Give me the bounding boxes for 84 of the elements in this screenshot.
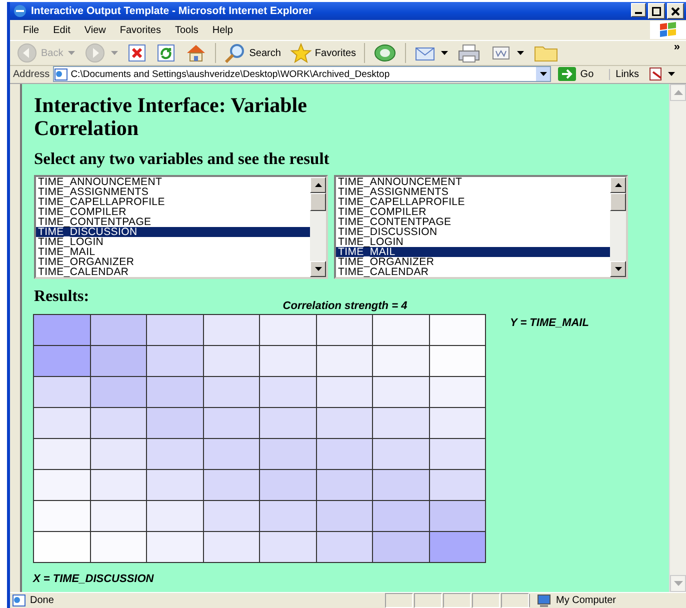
scroll-thumb[interactable]	[610, 193, 626, 211]
computer-icon	[536, 594, 552, 608]
scrollbar[interactable]	[310, 177, 326, 277]
caret-icon	[314, 267, 322, 271]
list-item[interactable]: TIME_CONTENTPAGE	[36, 217, 310, 227]
address-field[interactable]: C:\Documents and Settings\aushveridze\Desktop\WORK\Archived_Desktop	[52, 66, 552, 82]
caret-icon	[540, 72, 547, 76]
page-icon	[648, 67, 664, 81]
list-item[interactable]: TIME_DISCUSSION	[336, 227, 610, 237]
menu-item[interactable]: File	[16, 24, 46, 36]
arrow-right-icon	[84, 43, 106, 63]
list-item[interactable]: TIME_CAPELLAPROFILE	[36, 197, 310, 207]
scroll-thumb[interactable]	[310, 193, 326, 211]
address-label: Address	[13, 68, 50, 80]
zone-text: My Computer	[556, 595, 616, 606]
menu-item[interactable]: Edit	[46, 24, 78, 36]
variable-listbox[interactable]: TIME_ANNOUNCEMENT TIME_ASSIGNMENTS TIME_CAPELLAPROFILE TIME_COMPILER TIME_CONTENTPAGE TIME_DISCUSSION TIME_LOGIN TIME_MAIL TIME_ORGANIZER TIME_CALENDAR	[334, 175, 628, 279]
window-title: Interactive Output Template - Microsoft Internet Explorer	[31, 5, 314, 17]
chart-caption: Correlation strength = 4	[282, 299, 408, 313]
status-panel	[472, 593, 500, 608]
chevron-button[interactable]: »	[674, 41, 686, 53]
list-item[interactable]: TIME_ANNOUNCEMENT	[36, 177, 310, 187]
menu-item[interactable]: View	[77, 24, 113, 36]
menu-item[interactable]: Help	[205, 24, 240, 36]
arrow-left-icon	[16, 43, 38, 63]
caret-up-icon	[614, 183, 622, 187]
list-item[interactable]: TIME_ANNOUNCEMENT	[336, 177, 610, 187]
printer-icon	[457, 43, 482, 63]
caret-icon	[517, 51, 524, 55]
caret-icon	[674, 581, 682, 586]
list-item[interactable]: TIME_LOGIN	[336, 237, 610, 247]
list-item[interactable]: TIME_CALENDAR	[36, 267, 310, 277]
list-item[interactable]: TIME_ORGANIZER	[336, 257, 610, 267]
list-item[interactable]: TIME_LOGIN	[36, 237, 310, 247]
close-button[interactable]	[667, 3, 684, 19]
close-icon	[671, 6, 680, 16]
menu-item[interactable]: Tools	[168, 24, 206, 36]
caret-up-icon	[314, 183, 322, 187]
list-item[interactable]: TIME_MAIL	[36, 247, 310, 257]
status-text: Done	[30, 595, 54, 606]
list-item[interactable]: TIME_CALENDAR	[336, 267, 610, 277]
list-item[interactable]: TIME_DISCUSSION	[36, 227, 310, 237]
home-icon	[185, 43, 208, 63]
list-item[interactable]: TIME_ORGANIZER	[36, 257, 310, 267]
list-item[interactable]: TIME_ASSIGNMENTS	[336, 187, 610, 197]
minimize-icon	[635, 12, 642, 14]
caret-up-icon	[674, 90, 682, 95]
maximize-icon	[652, 6, 661, 16]
caret-icon	[614, 267, 622, 271]
caret-icon	[68, 51, 76, 55]
status-panel	[501, 593, 529, 608]
stop-icon	[127, 43, 148, 63]
dropdown-button[interactable]	[536, 67, 550, 81]
status-panel	[443, 593, 471, 608]
list-item[interactable]: TIME_CAPELLAPROFILE	[336, 197, 610, 207]
list-item[interactable]: TIME_COMPILER	[336, 207, 610, 217]
flag-icon	[658, 22, 678, 38]
refresh-icon	[156, 43, 176, 63]
search-icon	[224, 43, 246, 63]
status-panel	[414, 593, 442, 608]
list-item[interactable]: TIME_COMPILER	[36, 207, 310, 217]
arrow-right-icon	[558, 67, 576, 81]
search-button[interactable]: Search	[221, 43, 284, 63]
page-title: Interactive Interface: Variable Correlation	[34, 94, 308, 140]
menu-item[interactable]: Favorites	[112, 24, 168, 36]
links-button[interactable]: Links	[608, 68, 645, 80]
caret-icon	[668, 72, 675, 76]
axis-label: X = TIME_DISCUSSION	[33, 573, 155, 585]
star-button[interactable]: Favorites	[286, 43, 360, 63]
status-panel	[385, 593, 413, 608]
maximize-button[interactable]	[648, 3, 665, 19]
page-icon	[54, 68, 68, 80]
page-subtitle: Select any two variables and see the result	[34, 149, 330, 169]
list-item[interactable]: TIME_ASSIGNMENTS	[36, 187, 310, 197]
variable-listbox[interactable]: TIME_ANNOUNCEMENT TIME_ASSIGNMENTS TIME_CAPELLAPROFILE TIME_COMPILER TIME_CONTENTPAGE TIME_DISCUSSION TIME_LOGIN TIME_MAIL TIME_ORGANIZER TIME_CALENDAR	[34, 175, 328, 279]
scrollbar[interactable]	[610, 177, 626, 277]
go-button[interactable]: Go	[554, 67, 606, 81]
minimize-button[interactable]	[631, 3, 646, 17]
caret-icon	[441, 51, 448, 55]
star-icon	[290, 43, 312, 63]
list-item[interactable]: TIME_CONTENTPAGE	[336, 217, 610, 227]
list-item[interactable]: TIME_MAIL	[336, 247, 610, 257]
axis-label: Y = TIME_MAIL	[510, 317, 589, 331]
caret-icon	[111, 51, 118, 55]
